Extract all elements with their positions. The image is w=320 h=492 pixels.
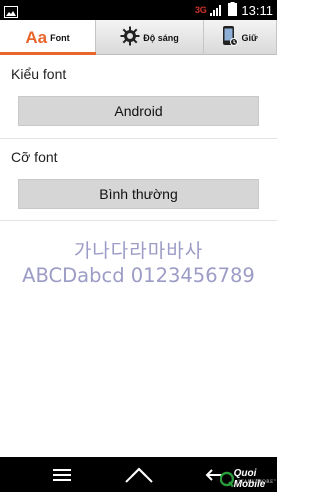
font-type-title: Kiểu font — [11, 66, 67, 82]
network-type-label: 3G — [195, 5, 207, 15]
tab-font-label: Font — [50, 32, 70, 43]
section-divider — [0, 138, 277, 139]
section-divider — [0, 220, 277, 221]
aa-font-icon: Aa — [25, 28, 48, 47]
home-icon — [125, 467, 153, 483]
status-indicators: 3G 13:11 — [195, 0, 273, 20]
signal-icon — [210, 1, 224, 20]
tab-font[interactable]: Aa Font — [0, 20, 96, 55]
watermark-brand: Quoi Mobile — [233, 468, 266, 490]
active-tab-indicator — [0, 52, 96, 55]
tab-keep-screen[interactable]: Giữ — [204, 20, 277, 55]
tab-bar: Aa Font Độ sáng Giữ — [0, 20, 277, 55]
font-type-button[interactable]: Android — [18, 96, 259, 126]
menu-button[interactable] — [46, 457, 78, 492]
watermark-slogan: "TALK MORE" — [238, 480, 277, 485]
quoi-logo-icon — [220, 471, 234, 488]
battery-icon — [228, 1, 238, 20]
menu-icon — [53, 468, 71, 481]
gallery-notification-icon — [4, 3, 18, 18]
quoi-mobile-watermark: Quoi Mobile "TALK MORE" — [220, 458, 277, 490]
home-button[interactable] — [122, 457, 156, 492]
tab-brightness[interactable]: Độ sáng — [96, 20, 204, 55]
tab-keep-label: Giữ — [241, 32, 258, 43]
status-bar: 3G 13:11 — [0, 0, 277, 20]
phone-keep-icon — [222, 25, 239, 51]
tab-brightness-label: Độ sáng — [143, 32, 179, 43]
font-preview-korean: 가나다라마바사 — [73, 240, 204, 262]
gear-brightness-icon — [120, 26, 140, 50]
font-preview-latin: ABCDabcd 0123456789 — [22, 264, 255, 287]
clock: 13:11 — [241, 2, 273, 18]
font-size-button[interactable]: Bình thường — [18, 179, 259, 209]
font-size-title: Cỡ font — [11, 149, 58, 165]
